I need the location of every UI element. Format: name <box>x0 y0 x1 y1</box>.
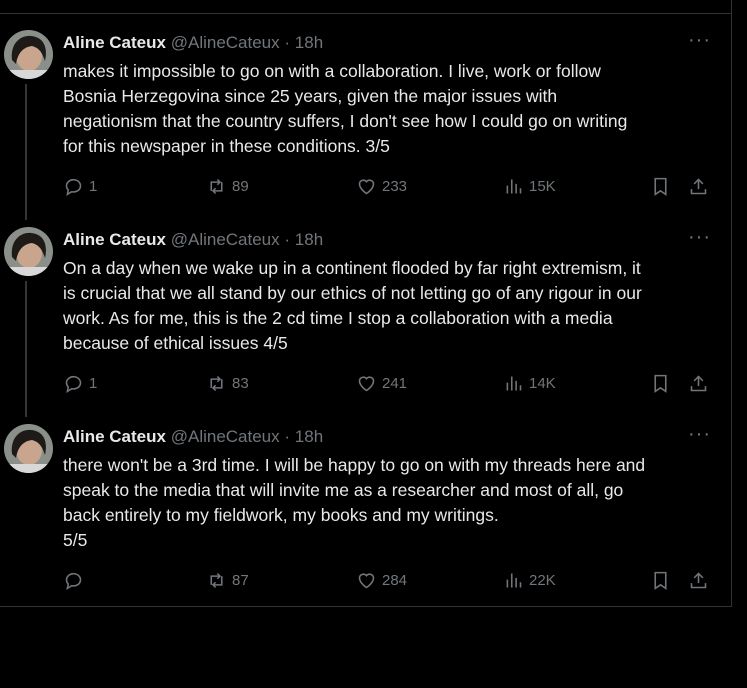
tweet-header: Aline Cateux @AlineCateux · 18h <box>63 32 323 54</box>
separator-dot: · <box>284 427 291 446</box>
heart-icon <box>358 572 375 588</box>
retweet-button[interactable]: 83 <box>206 371 249 395</box>
heart-icon <box>358 375 375 391</box>
retweet-count: 83 <box>232 374 249 392</box>
views-icon <box>506 376 522 390</box>
more-options-icon[interactable]: ··· <box>688 424 711 444</box>
tweet-text: there won't be a 3rd time. I will be hap… <box>63 455 646 550</box>
tweet-header: Aline Cateux @AlineCateux · 18h <box>63 229 323 251</box>
author-handle[interactable]: @AlineCateux <box>171 427 280 446</box>
author-name[interactable]: Aline Cateux <box>63 33 166 52</box>
like-count: 284 <box>382 571 408 589</box>
views-button[interactable]: 22K <box>503 568 556 592</box>
views-count: 22K <box>529 571 556 589</box>
like-button[interactable]: 233 <box>356 174 407 198</box>
reply-icon <box>65 572 82 590</box>
views-button[interactable]: 15K <box>503 174 556 198</box>
like-button[interactable]: 284 <box>356 568 407 592</box>
tweet-text: makes it impossible to go on with a coll… <box>63 61 628 156</box>
views-icon <box>506 573 522 587</box>
tweet-text: On a day when we wake up in a continent … <box>63 258 642 353</box>
author-name[interactable]: Aline Cateux <box>63 427 166 446</box>
retweet-button[interactable]: 87 <box>206 568 249 592</box>
tweet-time[interactable]: 18h <box>295 230 323 249</box>
tweet-actions: 1 89 233 15K <box>63 174 723 198</box>
reply-button[interactable]: 1 <box>63 371 97 395</box>
separator-dot: · <box>284 33 291 52</box>
reply-button[interactable] <box>63 568 89 592</box>
retweet-button[interactable]: 89 <box>206 174 249 198</box>
share-button[interactable] <box>688 568 709 592</box>
thread-line <box>25 84 27 220</box>
views-count: 15K <box>529 177 556 195</box>
tweet-time[interactable]: 18h <box>295 33 323 52</box>
views-icon <box>506 179 522 193</box>
tweet[interactable]: Aline Cateux @AlineCateux · 18h ··· make… <box>0 14 732 220</box>
bookmark-icon <box>654 571 667 590</box>
author-handle[interactable]: @AlineCateux <box>171 33 280 52</box>
retweet-icon <box>210 572 223 588</box>
avatar[interactable] <box>4 424 53 473</box>
bookmark-button[interactable] <box>650 174 671 198</box>
share-button[interactable] <box>688 371 709 395</box>
tweet-header: Aline Cateux @AlineCateux · 18h <box>63 426 323 448</box>
views-button[interactable]: 14K <box>503 371 556 395</box>
like-button[interactable]: 241 <box>356 371 407 395</box>
author-name[interactable]: Aline Cateux <box>63 230 166 249</box>
bookmark-icon <box>654 177 667 196</box>
avatar[interactable] <box>4 227 53 276</box>
like-count: 233 <box>382 177 408 195</box>
reply-count: 1 <box>89 177 98 195</box>
like-count: 241 <box>382 374 408 392</box>
share-icon <box>690 374 707 391</box>
views-count: 14K <box>529 374 556 392</box>
tweet-actions: 1 83 241 14K <box>63 371 723 395</box>
heart-icon <box>358 178 375 194</box>
tweet-time[interactable]: 18h <box>295 427 323 446</box>
share-icon <box>690 571 707 588</box>
share-button[interactable] <box>688 174 709 198</box>
timeline-column: Aline Cateux @AlineCateux · 18h ··· make… <box>0 0 732 607</box>
more-options-icon[interactable]: ··· <box>688 227 711 247</box>
tweet-actions: 87 284 22K <box>63 568 723 592</box>
reply-button[interactable]: 1 <box>63 174 97 198</box>
tweet[interactable]: Aline Cateux @AlineCateux · 18h ··· On a… <box>0 211 732 417</box>
bookmark-button[interactable] <box>650 568 671 592</box>
avatar[interactable] <box>4 30 53 79</box>
reply-icon <box>65 178 82 196</box>
retweet-count: 89 <box>232 177 249 195</box>
bookmark-icon <box>654 374 667 393</box>
retweet-icon <box>210 178 223 194</box>
thread-line <box>25 281 27 417</box>
bookmark-button[interactable] <box>650 371 671 395</box>
more-options-icon[interactable]: ··· <box>688 30 711 50</box>
tweet[interactable]: Aline Cateux @AlineCateux · 18h ··· ther… <box>0 408 732 605</box>
retweet-icon <box>210 375 223 391</box>
reply-count: 1 <box>89 374 98 392</box>
author-handle[interactable]: @AlineCateux <box>171 230 280 249</box>
reply-icon <box>65 375 82 393</box>
share-icon <box>690 177 707 194</box>
separator-dot: · <box>284 230 291 249</box>
retweet-count: 87 <box>232 571 249 589</box>
